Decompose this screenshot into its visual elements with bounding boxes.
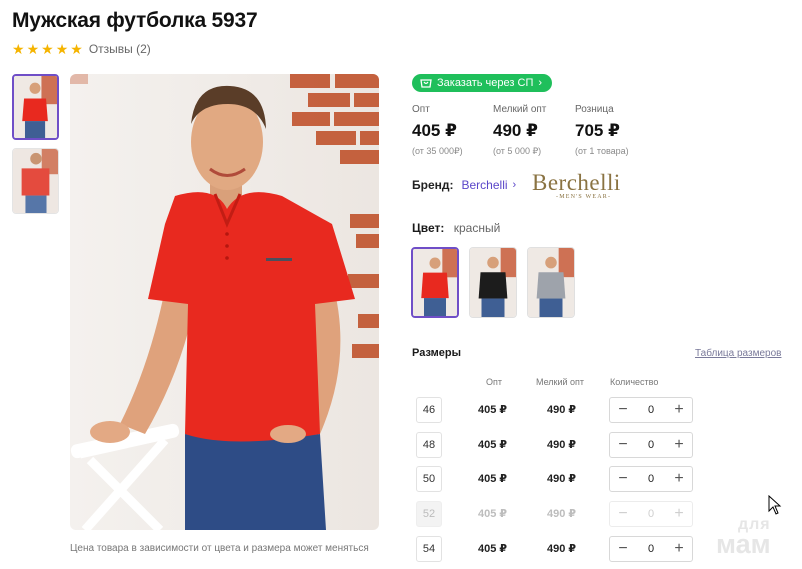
size-price-small-opt: 490 ₽ [547,439,577,451]
size-price-opt: 405 ₽ [478,404,508,416]
quantity-stepper: − 0 + [609,397,693,423]
color-swatch-black[interactable] [469,247,517,318]
watermark-line2: мам [716,529,771,559]
price-disclaimer: Цена товара в зависимости от цвета и раз… [70,543,369,554]
price-wholesale: Опт 405 ₽ (от 35 000₽) [412,104,463,157]
plus-button[interactable]: + [672,437,686,453]
size-row-unavailable: 52 405 ₽ 490 ₽ − 0 + [416,501,696,527]
color-swatches [411,247,575,318]
size-price-opt: 405 ₽ [478,508,508,520]
price-retail: Розница 705 ₽ (от 1 товара) [575,104,629,156]
photo-model-front [14,76,57,138]
size-price-small-opt: 490 ₽ [547,543,577,555]
rating: ★ ★ ★ ★ ★ Отзывы (2) [12,42,151,56]
star-icon: ★ [70,41,83,57]
quantity-stepper: − 0 + [609,432,693,458]
color-swatch-gray[interactable] [527,247,575,318]
size-label: 52 [416,501,442,527]
price-small-wholesale: Мелкий опт 490 ₽ (от 5 000 ₽) [493,104,546,157]
minus-button[interactable]: − [616,471,630,487]
color-label: Цвет: [412,221,445,235]
order-sp-label: Заказать через СП [437,77,534,89]
plus-button: + [674,505,684,522]
watermark: для мам [716,517,771,558]
quantity-stepper: − 0 + [609,466,693,492]
size-label[interactable]: 54 [416,536,442,562]
reviews-link[interactable]: Отзывы (2) [89,42,151,56]
size-chart-link[interactable]: Таблица размеров [695,348,781,359]
price-value: 405 ₽ [412,121,457,140]
size-price-opt: 405 ₽ [478,473,508,485]
minus-button: − [618,505,628,522]
quantity-value[interactable]: 0 [648,404,654,416]
brand-label: Бренд: [412,178,454,192]
quantity-value[interactable]: 0 [648,543,654,555]
size-price-opt: 405 ₽ [478,543,508,555]
size-row: 54 405 ₽ 490 ₽ − 0 + [416,536,696,562]
star-icon: ★ [12,41,25,57]
star-icon: ★ [41,41,54,57]
quantity-value: 0 [647,508,655,520]
brand-link[interactable]: Berchelli [462,178,508,192]
size-label[interactable]: 50 [416,466,442,492]
product-title: Мужская футболка 5937 [12,9,258,32]
column-header-qty: Количество [610,377,659,387]
star-icon: ★ [55,41,69,57]
price-value: 705 ₽ [575,121,620,140]
minus-button[interactable]: − [616,541,630,557]
quantity-value[interactable]: 0 [648,473,654,485]
rating-stars: ★ ★ ★ ★ ★ [12,42,83,56]
sizes-title: Размеры [412,347,462,359]
size-row: 50 405 ₽ 490 ₽ − 0 + [416,466,696,492]
size-label[interactable]: 46 [416,397,442,423]
size-price-opt: 405 ₽ [478,439,508,451]
size-row: 48 405 ₽ 490 ₽ − 0 + [416,432,696,458]
chevron-right-icon: › [512,179,517,191]
price-label: Опт [412,104,430,115]
column-header-small-opt: Мелкий опт [536,377,585,387]
chevron-right-icon: › [538,77,543,89]
thumbnail-front[interactable] [12,74,59,140]
color-swatch-red[interactable] [411,247,459,318]
column-header-opt: Опт [486,377,502,387]
price-value: 490 ₽ [493,121,538,140]
quantity-stepper: − 0 + [609,536,693,562]
price-label: Мелкий опт [493,104,547,115]
star-icon: ★ [26,41,40,57]
main-product-image[interactable] [70,74,379,530]
color-value: красный [453,221,501,235]
brand-logo-sub: -MEN'S WEAR- [556,194,612,200]
price-note: (от 5 000 ₽) [493,146,542,156]
plus-button[interactable]: + [672,402,686,418]
size-label[interactable]: 48 [416,432,442,458]
cart-icon [420,78,432,89]
color-row: Цвет: красный [412,221,500,235]
price-label: Розница [575,104,614,115]
brand-logo-name: Berchelli [532,170,621,195]
brand-logo: Berchelli -MEN'S WEAR- [532,170,642,202]
minus-button[interactable]: − [616,437,630,453]
price-note: (от 1 товара) [575,146,629,156]
size-row: 46 405 ₽ 490 ₽ − 0 + [416,397,696,423]
thumbnail-back[interactable] [12,148,59,214]
size-price-small-opt: 490 ₽ [547,404,577,416]
photo-model-back [13,149,58,213]
size-price-small-opt: 490 ₽ [547,473,577,485]
photo-model-red-tshirt [70,74,379,530]
plus-button[interactable]: + [672,541,686,557]
order-sp-button[interactable]: Заказать через СП › [412,74,553,92]
size-price-small-opt: 490 ₽ [547,508,577,520]
thumbnail-list [12,74,59,214]
quantity-stepper: − 0 + [609,501,693,527]
minus-button[interactable]: − [616,402,630,418]
quantity-value[interactable]: 0 [648,439,654,451]
price-note: (от 35 000₽) [412,146,463,156]
plus-button[interactable]: + [672,471,686,487]
brand-row: Бренд: Berchelli › [412,178,516,192]
